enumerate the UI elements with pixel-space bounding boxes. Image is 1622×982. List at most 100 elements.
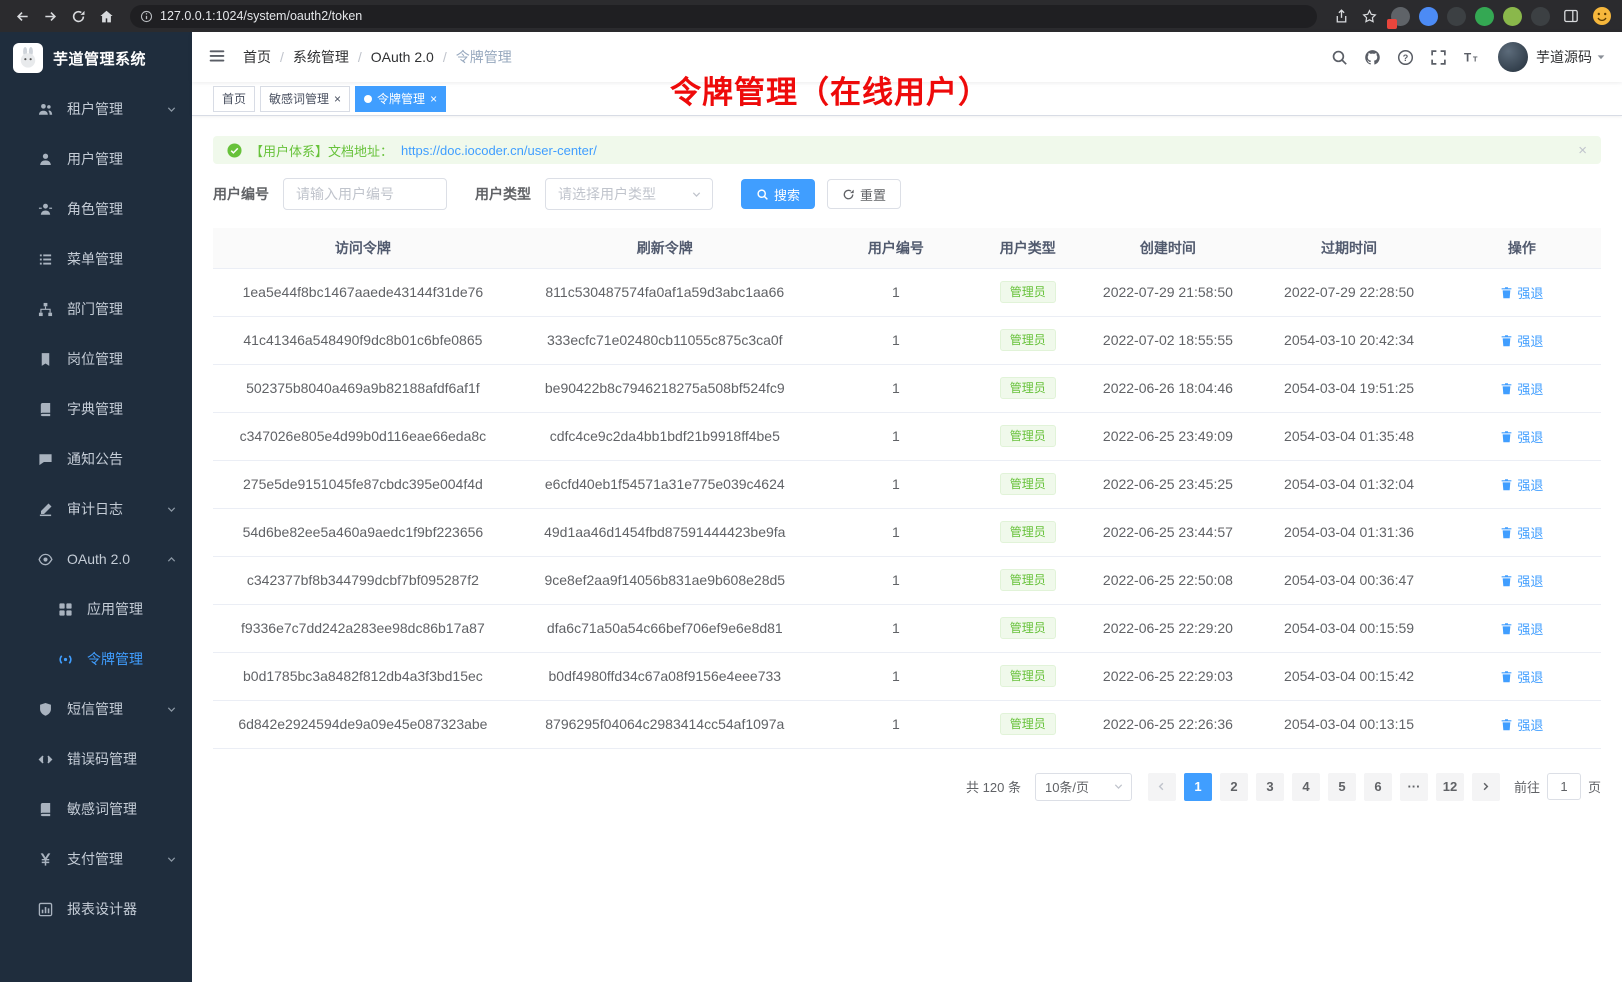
doc-link[interactable]: https://doc.iocoder.cn/user-center/ [401,143,597,158]
pagination-page-2[interactable]: 2 [1220,773,1248,801]
browser-profile-avatar[interactable] [1592,6,1612,26]
table-header-row: 访问令牌刷新令牌用户编号用户类型创建时间过期时间操作 [213,228,1601,268]
svg-text:T: T [1473,54,1478,63]
user-type-badge: 管理员 [1000,569,1056,591]
bookmark-star-icon[interactable] [1357,4,1381,28]
sidebar-item-sensitive[interactable]: 敏感词管理 [0,784,192,834]
sidebar-item-app[interactable]: 应用管理 [0,584,192,634]
goto-page-input[interactable] [1547,773,1581,800]
site-info-icon[interactable] [140,10,153,23]
report-icon [38,902,53,917]
svg-text:?: ? [1403,52,1409,62]
breadcrumb-item[interactable]: 首页 [243,47,271,67]
tab-item[interactable]: 敏感词管理× [260,86,350,112]
search-icon[interactable] [1323,41,1356,74]
sidebar-item-menu[interactable]: 菜单管理 [0,234,192,284]
sidebar-item-report[interactable]: 报表设计器 [0,884,192,934]
table-row: f9336e7c7dd242a283ee98dc86b17a87dfa6c71a… [213,604,1601,652]
force-logout-button[interactable]: 强退 [1500,475,1543,494]
sidebar-item-user[interactable]: 用户管理 [0,134,192,184]
tab-item[interactable]: 首页 [213,86,255,112]
token-table: 访问令牌刷新令牌用户编号用户类型创建时间过期时间操作 1ea5e44f8bc14… [213,228,1601,749]
pagination-page-6[interactable]: 6 [1364,773,1392,801]
tab-item[interactable]: 令牌管理× [355,86,446,112]
user-name[interactable]: 芋道源码 [1536,47,1592,67]
created-time-cell: 2022-06-25 22:50:08 [1080,556,1255,604]
breadcrumb-item[interactable]: 系统管理 [293,47,349,67]
user-id-cell: 1 [817,364,975,412]
user-type-badge: 管理员 [1000,425,1056,447]
access-token-cell: 6d842e2924594de9a09e45e087323abe [213,700,513,748]
extension-icon-5[interactable] [1503,7,1522,26]
app-logo[interactable]: 芋道管理系统 [0,32,192,84]
sidebar-item-oauth[interactable]: OAuth 2.0 [0,534,192,584]
sidebar: 芋道管理系统 租户管理用户管理角色管理菜单管理部门管理岗位管理字典管理通知公告审… [0,32,192,982]
extension-icon-4[interactable] [1475,7,1494,26]
search-button[interactable]: 搜索 [741,179,815,209]
trash-icon [1500,718,1513,731]
sidebar-item-sms[interactable]: 短信管理 [0,684,192,734]
sidebar-item-post[interactable]: 岗位管理 [0,334,192,384]
fullscreen-icon[interactable] [1422,41,1455,74]
force-logout-button[interactable]: 强退 [1500,379,1543,398]
help-icon[interactable]: ? [1389,41,1422,74]
force-logout-button[interactable]: 强退 [1500,667,1543,686]
split-screen-icon[interactable] [1559,4,1583,28]
force-logout-button[interactable]: 强退 [1500,427,1543,446]
pagination-prev-button[interactable] [1148,773,1176,801]
sidebar-menu: 租户管理用户管理角色管理菜单管理部门管理岗位管理字典管理通知公告审计日志OAut… [0,84,192,982]
address-bar[interactable]: 127.0.0.1:1024/system/oauth2/token [130,5,1317,28]
sidebar-item-dept[interactable]: 部门管理 [0,284,192,334]
sidebar-item-audit[interactable]: 审计日志 [0,484,192,534]
share-icon[interactable] [1329,4,1353,28]
page-size-select[interactable]: 10条/页 [1035,773,1132,801]
access-token-cell: c347026e805e4d99b0d116eae66eda8c [213,412,513,460]
reset-button[interactable]: 重置 [827,179,901,209]
sidebar-item-notice[interactable]: 通知公告 [0,434,192,484]
reload-icon[interactable] [66,4,90,28]
sidebar-item-token[interactable]: 令牌管理 [0,634,192,684]
force-logout-button[interactable]: 强退 [1500,715,1543,734]
force-logout-button[interactable]: 强退 [1500,331,1543,350]
pagination-page-3[interactable]: 3 [1256,773,1284,801]
sidebar-item-pay[interactable]: 支付管理 [0,834,192,884]
sidebar-item-code[interactable]: 错误码管理 [0,734,192,784]
breadcrumb-separator: / [280,49,284,65]
tab-close-icon[interactable]: × [334,93,341,105]
user-id-input[interactable] [283,178,447,210]
extension-icon-6[interactable] [1531,7,1550,26]
chevron-down-icon [166,854,177,865]
user-avatar[interactable] [1498,42,1528,72]
sidebar-item-roles[interactable]: 角色管理 [0,184,192,234]
extension-icon-1[interactable] [1391,7,1410,26]
force-logout-button[interactable]: 强退 [1500,571,1543,590]
pagination-page-5[interactable]: 5 [1328,773,1356,801]
back-icon[interactable] [10,4,34,28]
audit-icon [38,502,53,517]
font-size-icon[interactable]: TT [1455,41,1488,74]
user-type-badge: 管理员 [1000,713,1056,735]
breadcrumb-item[interactable]: OAuth 2.0 [371,49,434,65]
pagination-next-button[interactable] [1472,773,1500,801]
sidebar-item-tenant[interactable]: 租户管理 [0,84,192,134]
home-icon[interactable] [94,4,118,28]
hamburger-icon[interactable] [208,47,228,67]
alert-close-icon[interactable]: × [1578,143,1587,158]
sidebar-item-dict[interactable]: 字典管理 [0,384,192,434]
github-icon[interactable] [1356,41,1389,74]
user-type-badge: 管理员 [1000,473,1056,495]
tab-close-icon[interactable]: × [430,93,437,105]
chevron-down-icon[interactable] [1596,52,1606,62]
extension-icon-2[interactable] [1419,7,1438,26]
force-logout-button[interactable]: 强退 [1500,283,1543,302]
extension-icon-3[interactable] [1447,7,1466,26]
sidebar-item-label: 岗位管理 [67,349,123,369]
pagination-page-1[interactable]: 1 [1184,773,1212,801]
force-logout-button[interactable]: 强退 [1500,523,1543,542]
pagination-ellipsis[interactable]: ··· [1400,773,1428,801]
user-type-select[interactable]: 请选择用户类型 [545,178,713,210]
forward-icon[interactable] [38,4,62,28]
pagination-page-4[interactable]: 4 [1292,773,1320,801]
force-logout-button[interactable]: 强退 [1500,619,1543,638]
pagination-page-12[interactable]: 12 [1436,773,1464,801]
